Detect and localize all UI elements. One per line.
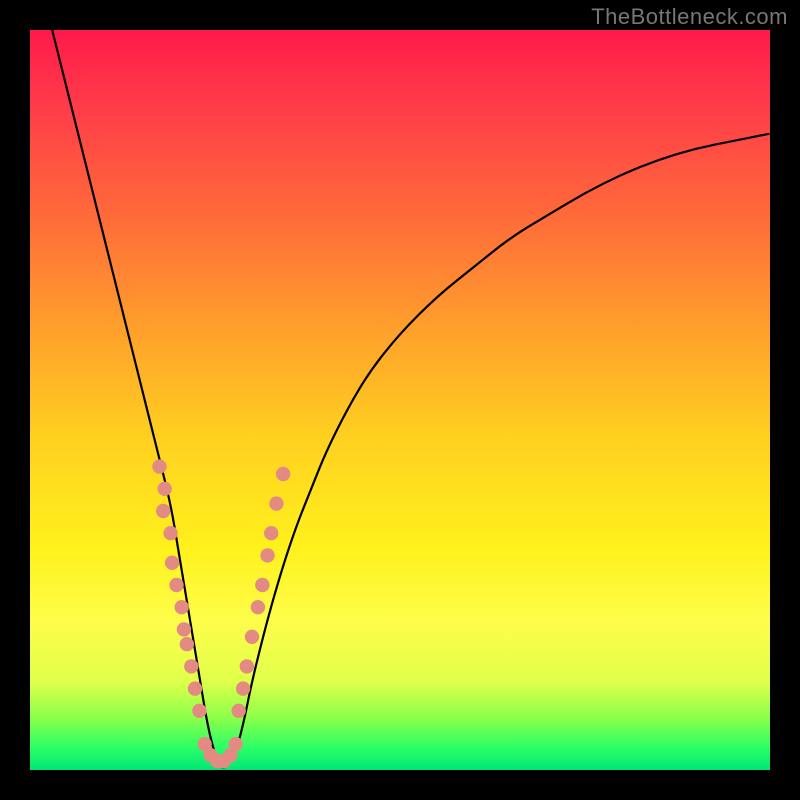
data-dot <box>231 704 245 718</box>
data-dot <box>276 467 290 481</box>
bottleneck-curve <box>52 30 770 768</box>
data-dot <box>157 482 171 496</box>
watermark-text: TheBottleneck.com <box>591 4 788 30</box>
data-dot <box>184 659 198 673</box>
data-dot <box>180 637 194 651</box>
data-dot <box>152 459 166 473</box>
data-dot <box>264 526 278 540</box>
data-dot <box>255 578 269 592</box>
data-dot <box>177 622 191 636</box>
data-dot <box>269 496 283 510</box>
chart-svg <box>30 30 770 770</box>
data-dot <box>188 681 202 695</box>
data-dot <box>245 630 259 644</box>
data-dot <box>165 556 179 570</box>
data-dot <box>156 504 170 518</box>
data-dot <box>229 737 243 751</box>
chart-plot-area <box>30 30 770 770</box>
data-dot <box>163 526 177 540</box>
data-dot <box>240 659 254 673</box>
data-dot <box>169 578 183 592</box>
data-dot <box>236 681 250 695</box>
data-dot <box>251 600 265 614</box>
data-dot <box>260 548 274 562</box>
data-dot <box>192 704 206 718</box>
data-dot <box>175 600 189 614</box>
